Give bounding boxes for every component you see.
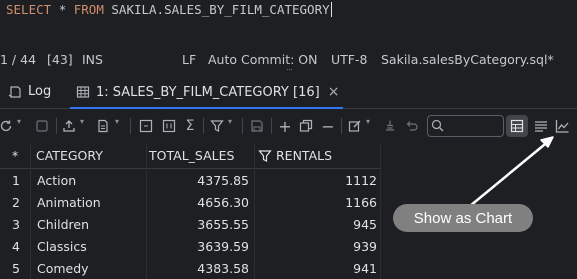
show-as-chart-callout: Show as Chart: [393, 204, 533, 232]
callout-arrow: [468, 136, 554, 208]
